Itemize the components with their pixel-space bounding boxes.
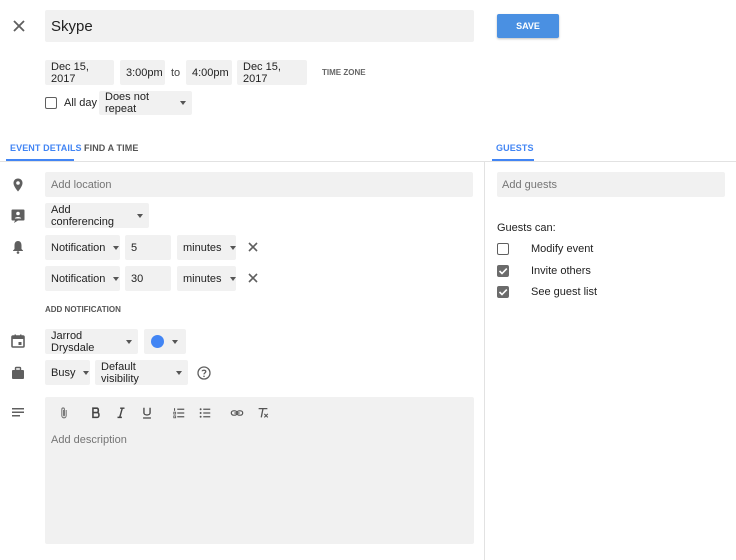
- time-zone-button[interactable]: TIME ZONE: [322, 68, 366, 77]
- availability-value: Busy: [51, 366, 76, 379]
- start-date-text: Dec 15, 2017: [51, 60, 89, 85]
- notification-amount-value: 5: [131, 241, 138, 254]
- event-title-input[interactable]: Skype: [45, 10, 474, 42]
- modify-event-checkbox[interactable]: [497, 243, 509, 255]
- chevron-down-icon: [126, 339, 132, 344]
- chevron-down-icon: [113, 245, 120, 250]
- end-time-text: 4:00pm: [192, 66, 229, 79]
- conferencing-icon: [10, 208, 26, 224]
- tab-find-a-time[interactable]: FIND A TIME: [84, 143, 138, 153]
- italic-icon[interactable]: [113, 405, 129, 421]
- clear-formatting-icon[interactable]: [255, 405, 271, 421]
- start-date-field[interactable]: Dec 15, 2017: [45, 60, 114, 85]
- calendar-icon: [10, 333, 26, 349]
- description-icon: [10, 405, 26, 421]
- remove-notification-icon[interactable]: [245, 239, 261, 255]
- calendar-owner-dropdown[interactable]: Jarrod Drysdale: [45, 329, 138, 354]
- calendar-color-dropdown[interactable]: [144, 329, 186, 354]
- modify-event-label: Modify event: [531, 243, 594, 255]
- to-label: to: [171, 67, 181, 79]
- checkmark-icon: [498, 268, 508, 275]
- all-day-label: All day: [64, 97, 98, 109]
- tab-guests[interactable]: GUESTS: [496, 143, 534, 153]
- end-date-field[interactable]: Dec 15, 2017: [237, 60, 307, 85]
- see-guest-list-label: See guest list: [531, 286, 598, 298]
- location-placeholder: Add location: [51, 178, 112, 191]
- notification-amount-input[interactable]: 5: [125, 235, 171, 260]
- chevron-down-icon: [229, 276, 236, 281]
- bold-icon[interactable]: [88, 405, 104, 421]
- notification-type-dropdown[interactable]: Notification: [45, 235, 120, 260]
- description-placeholder: Add description: [51, 434, 127, 446]
- column-divider: [484, 162, 485, 560]
- notification-amount-input[interactable]: 30: [125, 266, 171, 291]
- event-title-text: Skype: [51, 17, 93, 35]
- bulleted-list-icon[interactable]: [197, 405, 213, 421]
- location-pin-icon: [10, 177, 26, 193]
- bell-icon: [10, 239, 26, 255]
- underline-icon[interactable]: [139, 405, 155, 421]
- availability-dropdown[interactable]: Busy: [45, 360, 90, 385]
- chevron-down-icon: [176, 370, 182, 375]
- numbered-list-icon[interactable]: [171, 405, 187, 421]
- chevron-down-icon: [83, 370, 90, 375]
- add-guests-placeholder: Add guests: [502, 178, 558, 191]
- repeat-dropdown[interactable]: Does not repeat: [99, 91, 192, 115]
- visibility-dropdown[interactable]: Default visibility: [95, 360, 188, 385]
- end-date-text: Dec 15, 2017: [243, 60, 281, 85]
- notification-unit-value: minutes: [183, 241, 222, 254]
- guests-can-heading: Guests can:: [497, 222, 556, 234]
- start-time-text: 3:00pm: [126, 66, 163, 79]
- save-button[interactable]: SAVE: [497, 14, 559, 38]
- checkmark-icon: [498, 289, 508, 296]
- tab-event-details[interactable]: EVENT DETAILS: [10, 143, 82, 153]
- remove-notification-icon[interactable]: [245, 270, 261, 286]
- repeat-value: Does not repeat: [105, 91, 150, 115]
- chevron-down-icon: [137, 213, 143, 218]
- start-time-field[interactable]: 3:00pm: [120, 60, 165, 85]
- end-time-field[interactable]: 4:00pm: [186, 60, 232, 85]
- visibility-value: Default visibility: [101, 360, 139, 385]
- chevron-down-icon: [113, 276, 120, 281]
- calendar-owner-value: Jarrod Drysdale: [51, 329, 95, 354]
- notification-unit-dropdown[interactable]: minutes: [177, 235, 236, 260]
- invite-others-label: Invite others: [531, 265, 591, 277]
- notification-unit-value: minutes: [183, 272, 222, 285]
- see-guest-list-checkbox[interactable]: [497, 286, 509, 298]
- location-input[interactable]: Add location: [45, 172, 473, 197]
- calendar-color-swatch: [151, 335, 164, 348]
- tabs-divider: [0, 161, 736, 162]
- notification-type-value: Notification: [51, 272, 106, 285]
- add-guests-input[interactable]: Add guests: [497, 172, 725, 197]
- chevron-down-icon: [229, 245, 236, 250]
- attachment-icon[interactable]: [56, 405, 72, 421]
- description-editor[interactable]: Add description: [45, 397, 474, 544]
- invite-others-checkbox[interactable]: [497, 265, 509, 277]
- save-button-label: SAVE: [516, 21, 540, 31]
- link-icon[interactable]: [229, 405, 245, 421]
- chevron-down-icon: [172, 339, 178, 344]
- add-notification-button[interactable]: ADD NOTIFICATION: [45, 305, 121, 314]
- notification-unit-dropdown[interactable]: minutes: [177, 266, 236, 291]
- notification-amount-value: 30: [131, 272, 144, 285]
- notification-type-value: Notification: [51, 241, 106, 254]
- notification-type-dropdown[interactable]: Notification: [45, 266, 120, 291]
- conferencing-value: Add conferencing: [51, 203, 114, 228]
- conferencing-dropdown[interactable]: Add conferencing: [45, 203, 149, 228]
- all-day-checkbox[interactable]: [45, 97, 57, 109]
- close-icon[interactable]: [11, 18, 27, 34]
- help-icon[interactable]: [196, 365, 212, 381]
- chevron-down-icon: [180, 101, 186, 105]
- briefcase-icon: [10, 365, 26, 381]
